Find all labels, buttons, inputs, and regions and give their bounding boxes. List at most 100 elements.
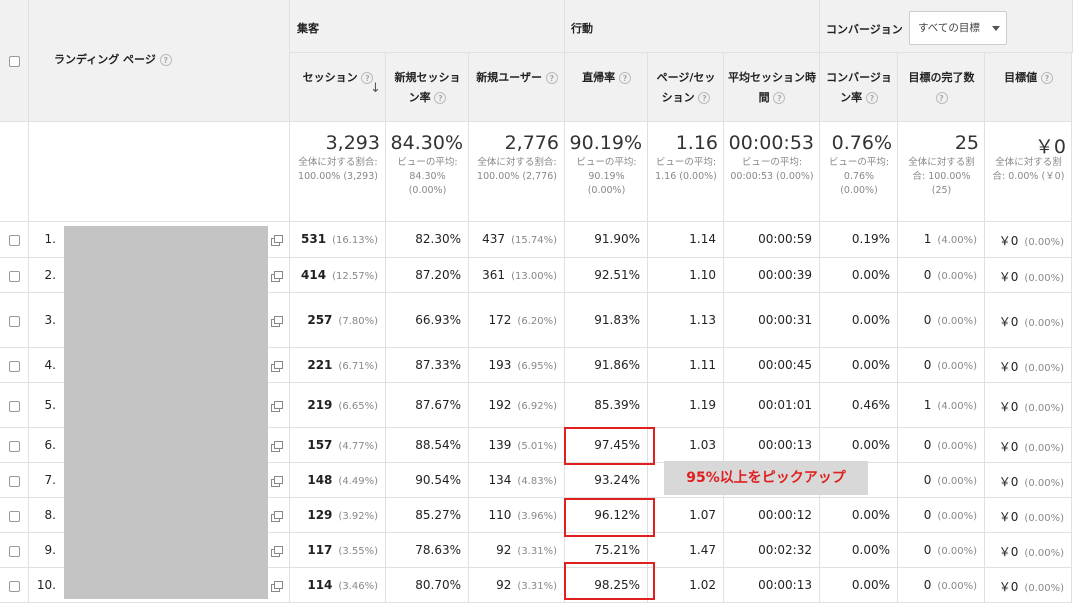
goal-value-help-icon[interactable]: ? xyxy=(1040,72,1053,84)
total-subtext: 全体に対する割合: 0.00% (￥0) xyxy=(992,157,1065,182)
cell-value: 92 xyxy=(496,542,512,557)
open-external-icon[interactable] xyxy=(271,360,283,372)
cell-percent: (0.00%) xyxy=(1024,362,1064,374)
cell-value: 0.19% xyxy=(851,232,890,246)
avg-session-duration-help-icon[interactable]: ? xyxy=(773,92,786,104)
new-session-rate-help-icon[interactable]: ? xyxy=(434,92,447,104)
row-checkbox[interactable] xyxy=(9,270,20,282)
cell-value: 00:02:32 xyxy=(758,542,812,557)
row-checkbox[interactable] xyxy=(9,545,20,557)
cell-value: 87.33% xyxy=(415,357,461,372)
pages-per-session-help-icon[interactable]: ? xyxy=(698,92,711,104)
row-checkbox[interactable] xyxy=(9,510,20,522)
bounce-rate-help-icon[interactable]: ? xyxy=(618,72,631,84)
open-external-icon[interactable] xyxy=(271,510,283,522)
row-checkbox[interactable] xyxy=(9,580,20,592)
row-checkbox[interactable] xyxy=(9,360,20,372)
total-value: 0.76% xyxy=(831,132,892,154)
goal-completions-help-icon[interactable]: ? xyxy=(935,92,948,104)
open-external-icon[interactable] xyxy=(271,475,283,487)
cell-conversion-rate: 0.19% xyxy=(824,232,890,246)
cell-bounce-rate: 75.21% xyxy=(569,543,640,557)
cell-value: ￥0 xyxy=(998,544,1019,559)
cell-pages-per-session: 1.07 xyxy=(652,508,716,522)
cell-value: ￥0 xyxy=(998,359,1019,374)
cell-new-users: 139 (5.01%) xyxy=(473,438,557,452)
cell-value: ￥0 xyxy=(998,509,1019,524)
cell-pages-per-session: 1.10 xyxy=(652,268,716,282)
cell-value: 0.00% xyxy=(851,542,890,557)
cell-percent: (0.00%) xyxy=(937,270,977,282)
cell-value: 91.83% xyxy=(594,312,640,327)
cell-goal-value: ￥0 (0.00%) xyxy=(989,313,1064,330)
total-subtext: ビューの平均: 84.30% (0.00%) xyxy=(397,157,458,196)
row-checkbox[interactable] xyxy=(9,315,20,327)
group-behavior-label: 行動 xyxy=(571,22,593,35)
cell-value: 85.39% xyxy=(594,397,640,412)
open-external-icon[interactable] xyxy=(271,440,283,452)
cell-sessions: 531 (16.13%) xyxy=(294,232,378,246)
cell-new-session-rate: 87.33% xyxy=(390,358,461,372)
select-all-checkbox[interactable] xyxy=(9,56,20,67)
row-checkbox[interactable] xyxy=(9,475,20,487)
goal-select[interactable]: すべての目標 xyxy=(909,11,1007,45)
analytics-table: ランディング ページ ? 集客 行動 コンバージョン すべての目標 セッション ? ↓ 新規セ… xyxy=(0,0,1073,605)
cell-value: 1.02 xyxy=(689,577,716,592)
cell-value: 1.10 xyxy=(689,267,716,282)
sort-arrow-icon[interactable]: ↓ xyxy=(370,81,381,96)
cell-avg-session-duration: 00:00:12 xyxy=(728,508,812,522)
cell-percent: (0.00%) xyxy=(1024,477,1064,489)
open-external-icon[interactable] xyxy=(271,580,283,592)
open-external-icon[interactable] xyxy=(271,235,283,246)
total-value: 25 xyxy=(954,132,979,154)
cell-value: 157 xyxy=(307,437,333,452)
cell-goal-value: ￥0 (0.00%) xyxy=(989,358,1064,375)
cell-value: 91.86% xyxy=(594,357,640,372)
row-number: 5. xyxy=(44,397,56,412)
cell-value: 172 xyxy=(488,312,512,327)
cell-value: 00:00:39 xyxy=(758,267,812,282)
cell-goal-value: ￥0 (0.00%) xyxy=(989,438,1064,455)
cell-value: 129 xyxy=(307,507,333,522)
cell-percent: (0.00%) xyxy=(937,580,977,592)
cell-percent: (0.00%) xyxy=(1024,402,1064,414)
group-behavior xyxy=(565,0,820,53)
pickup-annotation: 95%以上をピックアップ xyxy=(664,461,868,495)
row-checkbox[interactable] xyxy=(9,440,20,452)
row-checkbox[interactable] xyxy=(9,235,20,246)
cell-value: 0.00% xyxy=(851,507,890,522)
group-conversion-label: コンバージョン xyxy=(826,23,903,36)
row-number: 6. xyxy=(44,437,56,452)
cell-value: 87.20% xyxy=(415,267,461,282)
cell-percent: (13.00%) xyxy=(511,270,557,282)
col-title: 直帰率 xyxy=(582,71,616,84)
cell-percent: (3.31%) xyxy=(517,545,557,557)
cell-value: 0 xyxy=(923,357,932,372)
landing-page-help-icon[interactable]: ? xyxy=(159,54,172,66)
row-checkbox[interactable] xyxy=(9,400,20,412)
new-users-help-icon[interactable]: ? xyxy=(545,72,558,84)
cell-percent: (0.00%) xyxy=(1024,512,1064,524)
cell-percent: (0.00%) xyxy=(1024,272,1064,284)
cell-value: 221 xyxy=(307,357,333,372)
open-external-icon[interactable] xyxy=(271,545,283,557)
cell-value: 00:00:13 xyxy=(758,577,812,592)
cell-avg-session-duration: 00:02:32 xyxy=(728,543,812,557)
cell-new-users: 134 (4.83%) xyxy=(473,473,557,487)
cell-avg-session-duration: 00:00:31 xyxy=(728,313,812,327)
open-external-icon[interactable] xyxy=(271,400,283,412)
total-value: 2,776 xyxy=(504,132,559,154)
open-external-icon[interactable] xyxy=(271,315,283,327)
cell-new-users: 193 (6.95%) xyxy=(473,358,557,372)
total-value: 90.19% xyxy=(569,132,642,154)
cell-value: 00:00:45 xyxy=(758,357,812,372)
cell-value: 139 xyxy=(488,437,512,452)
conversion-rate-help-icon[interactable]: ? xyxy=(865,92,878,104)
open-external-icon[interactable] xyxy=(271,270,283,282)
cell-value: 87.67% xyxy=(415,397,461,412)
chevron-down-icon xyxy=(992,26,1000,31)
cell-new-session-rate: 90.54% xyxy=(390,473,461,487)
col-title: 目標値 xyxy=(1004,71,1038,84)
cell-percent: (6.92%) xyxy=(517,400,557,412)
cell-bounce-rate: 92.51% xyxy=(569,268,640,282)
